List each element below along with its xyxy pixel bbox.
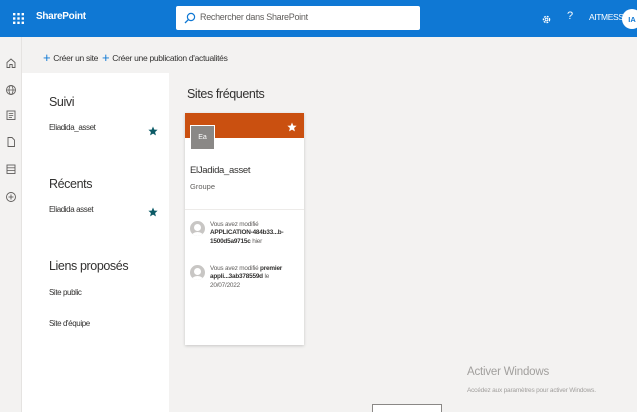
- activity-text: Vous avez modifié APPLICATION-484b33...b…: [210, 221, 284, 245]
- suite-header: SharePoint Rechercher dans SharePoint ? …: [0, 0, 637, 37]
- app-rail: [0, 37, 22, 412]
- add-icon[interactable]: [5, 190, 17, 202]
- frequent-sites-title: Sites fréquents: [187, 87, 265, 101]
- command-bar: + Créer un site + Créer une publication d'…: [22, 37, 637, 73]
- site-name[interactable]: ElJadida_asset: [190, 165, 251, 176]
- app-name[interactable]: SharePoint: [36, 11, 86, 22]
- plus-icon: +: [102, 50, 110, 65]
- link-public-site[interactable]: Site public: [49, 288, 82, 297]
- divider: [185, 209, 304, 210]
- star-icon[interactable]: [287, 119, 297, 137]
- site-logo: Ea: [190, 125, 215, 150]
- gear-icon[interactable]: [541, 12, 552, 30]
- lists-icon[interactable]: [5, 162, 17, 174]
- left-panel: Suivi Eliadida_asset Récents Eliadida as…: [22, 73, 169, 412]
- person-icon: [190, 221, 205, 236]
- site-type: Groupe: [190, 182, 216, 191]
- recent-title: Récents: [49, 177, 93, 191]
- activity-text: Vous avez modifié premier appli...3ab378…: [210, 265, 283, 289]
- person-icon: [190, 265, 205, 280]
- followed-title: Suivi: [49, 95, 75, 109]
- search-icon: [184, 11, 196, 29]
- waffle-icon[interactable]: [0, 0, 37, 37]
- search-box[interactable]: Rechercher dans SharePoint: [176, 6, 420, 30]
- avatar[interactable]: IA: [622, 9, 637, 29]
- plus-icon: +: [43, 50, 51, 65]
- link-team-site[interactable]: Site d'équipe: [49, 319, 90, 328]
- news-icon[interactable]: [5, 108, 17, 120]
- star-icon[interactable]: [148, 123, 158, 136]
- create-site-button[interactable]: + Créer un site: [43, 49, 98, 65]
- create-news-button[interactable]: + Créer une publication d'actualités: [102, 49, 228, 65]
- star-icon[interactable]: [148, 204, 158, 217]
- search-input[interactable]: Rechercher dans SharePoint: [200, 12, 308, 22]
- recent-item[interactable]: Eliadida asset: [49, 205, 94, 214]
- links-title: Liens proposés: [49, 259, 129, 273]
- home-icon[interactable]: [5, 56, 17, 68]
- globe-icon[interactable]: [5, 83, 17, 95]
- activation-watermark-title: Activer Windows: [467, 366, 549, 378]
- tooltip: [372, 404, 442, 412]
- followed-item[interactable]: Eliadida_asset: [49, 123, 96, 132]
- help-button[interactable]: ?: [567, 10, 573, 22]
- files-icon[interactable]: [5, 135, 17, 147]
- activation-watermark-subtitle: Accédez aux paramètres pour activer Wind…: [467, 387, 596, 394]
- site-card[interactable]: Ea ElJadida_asset Groupe Vous avez modif…: [185, 113, 304, 345]
